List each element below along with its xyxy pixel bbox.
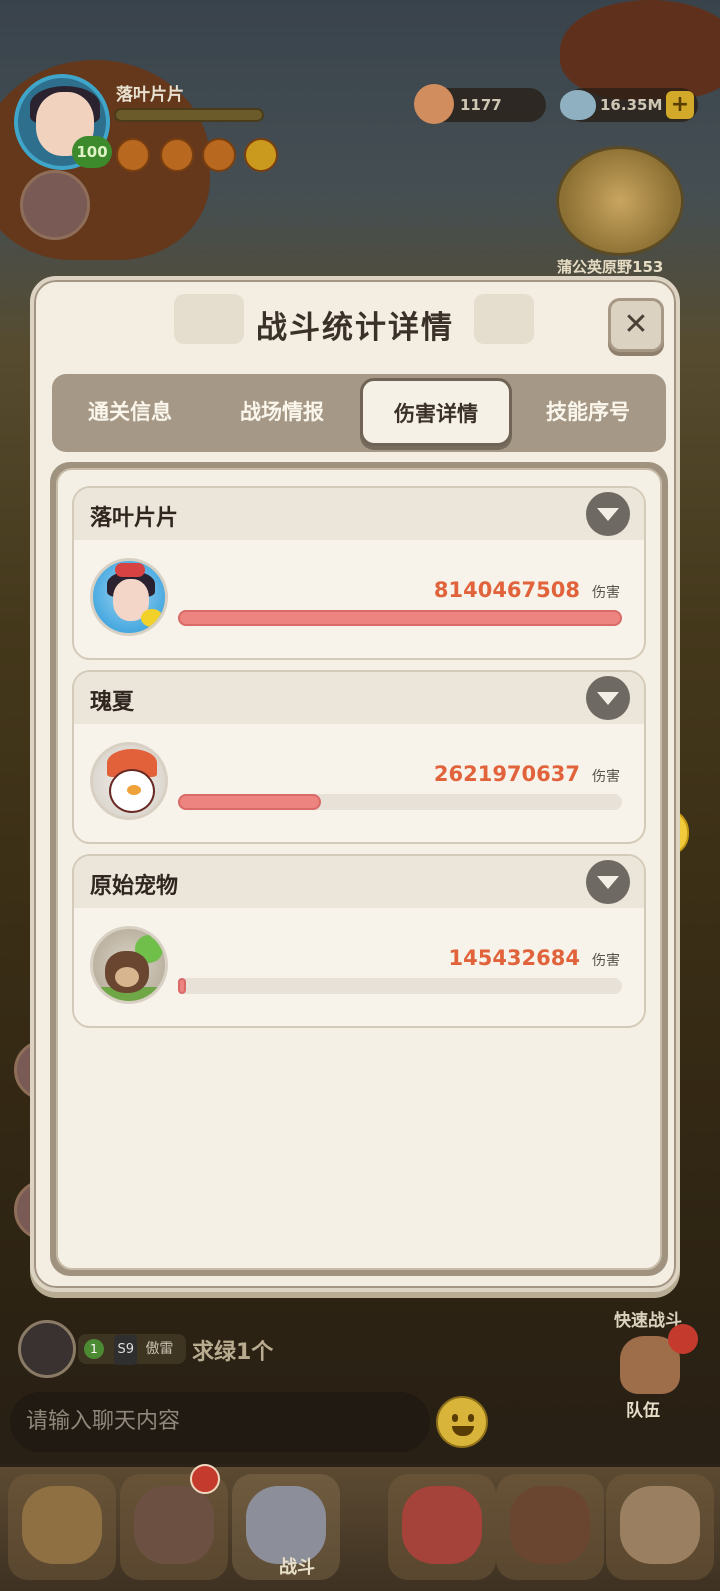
expand-toggle-icon[interactable] xyxy=(586,860,630,904)
damage-list[interactable]: 落叶片片 8140467508 伤害 瑰夏 2621970637 伤害 原始宠物… xyxy=(56,468,662,1270)
dialog-title: 战斗统计详情 xyxy=(256,310,454,346)
meat-icon xyxy=(414,84,454,124)
damage-bar-fill xyxy=(178,978,186,994)
team-label: 队伍 xyxy=(626,1401,660,1421)
card-header xyxy=(74,672,644,724)
add-stone-button[interactable]: + xyxy=(666,91,694,119)
nav-tab-totem[interactable] xyxy=(606,1474,714,1580)
battle-stats-dialog: 战斗统计详情 ✕ 通关信息 战场情报 伤害详情 技能序号 落叶片片 814046… xyxy=(30,276,680,1292)
stone-resource: 16.35M + xyxy=(560,88,698,122)
pet-bird-portrait xyxy=(90,742,168,820)
tab-battlefield-intel[interactable]: 战场情报 xyxy=(206,374,358,452)
minimap[interactable] xyxy=(556,146,684,256)
chat-sender-avatar[interactable] xyxy=(18,1320,76,1378)
combatant-name: 落叶片片 xyxy=(90,506,179,531)
damage-bar xyxy=(178,794,622,810)
beast-icon xyxy=(510,1486,590,1564)
combatant-name: 瑰夏 xyxy=(90,690,135,715)
tab-skill-order[interactable]: 技能序号 xyxy=(512,374,664,452)
totem-icon xyxy=(620,1486,700,1564)
chat-sender-tag: 1 S9 傲雷 xyxy=(78,1334,186,1365)
nav-tab-beast[interactable] xyxy=(496,1474,604,1580)
notification-bell-icon xyxy=(668,1324,698,1354)
meat-resource: 1177 xyxy=(414,84,546,124)
damage-card: 落叶片片 8140467508 伤害 xyxy=(72,486,646,660)
combatant-name: 原始宠物 xyxy=(90,874,179,899)
damage-bar-fill xyxy=(178,794,321,810)
player-portrait xyxy=(90,558,168,636)
portrait-belly xyxy=(115,967,139,987)
buff-icon[interactable] xyxy=(160,138,194,172)
damage-card: 原始宠物 145432684 伤害 xyxy=(72,854,646,1028)
pet-icon xyxy=(402,1486,482,1564)
team-button[interactable]: 队伍 xyxy=(616,1324,698,1421)
hero-icon xyxy=(134,1486,214,1564)
buff-icon[interactable] xyxy=(202,138,236,172)
nav-tab-pet[interactable] xyxy=(388,1474,496,1580)
damage-value: 145432684 xyxy=(448,946,580,970)
battle-tab-label: 战斗 xyxy=(279,1557,315,1578)
meat-value: 1177 xyxy=(460,96,502,114)
portrait-duck xyxy=(141,609,163,627)
damage-unit: 伤害 xyxy=(592,769,620,785)
damage-value: 2621970637 xyxy=(433,762,580,786)
expand-toggle-icon[interactable] xyxy=(586,492,630,536)
portrait-flower xyxy=(115,563,145,577)
chat-sender-name: 傲雷 xyxy=(145,1341,174,1357)
damage-unit: 伤害 xyxy=(592,585,620,601)
damage-bar xyxy=(178,978,622,994)
primal-pet-portrait xyxy=(90,926,168,1004)
chat-rank-number: 1 xyxy=(84,1339,104,1359)
portrait-beak xyxy=(127,785,141,795)
character-icon xyxy=(22,1486,102,1564)
chat-input[interactable]: 请输入聊天内容 xyxy=(10,1392,430,1452)
damage-bar-fill xyxy=(178,610,622,626)
damage-card: 瑰夏 2621970637 伤害 xyxy=(72,670,646,844)
expand-toggle-icon[interactable] xyxy=(586,676,630,720)
stone-icon xyxy=(560,90,596,120)
emoji-button[interactable] xyxy=(436,1396,488,1448)
damage-bar xyxy=(178,610,622,626)
chat-server-tag: S9 xyxy=(114,1335,137,1365)
stone-value: 16.35M xyxy=(600,96,663,114)
damage-unit: 伤害 xyxy=(592,953,620,969)
tab-clear-info[interactable]: 通关信息 xyxy=(54,374,206,452)
tab-bar: 通关信息 战场情报 伤害详情 技能序号 xyxy=(52,374,666,452)
player-level-badge: 100 xyxy=(72,136,112,168)
exp-bar xyxy=(114,108,264,122)
side-party-avatar[interactable] xyxy=(20,170,90,240)
nav-tab-character[interactable] xyxy=(8,1474,116,1580)
buff-icon[interactable] xyxy=(116,138,150,172)
map-name: 蒲公英原野153 xyxy=(557,258,664,276)
close-button[interactable]: ✕ xyxy=(608,298,664,352)
damage-panel-frame: 落叶片片 8140467508 伤害 瑰夏 2621970637 伤害 原始宠物… xyxy=(50,462,668,1276)
tab-damage-details[interactable]: 伤害详情 xyxy=(360,378,512,446)
crown-icon[interactable] xyxy=(244,138,278,172)
chat-last-message: 求绿1个 xyxy=(192,1340,274,1365)
notification-dot xyxy=(190,1464,220,1494)
damage-value: 8140467508 xyxy=(433,578,580,602)
player-name: 落叶片片 xyxy=(116,85,184,105)
